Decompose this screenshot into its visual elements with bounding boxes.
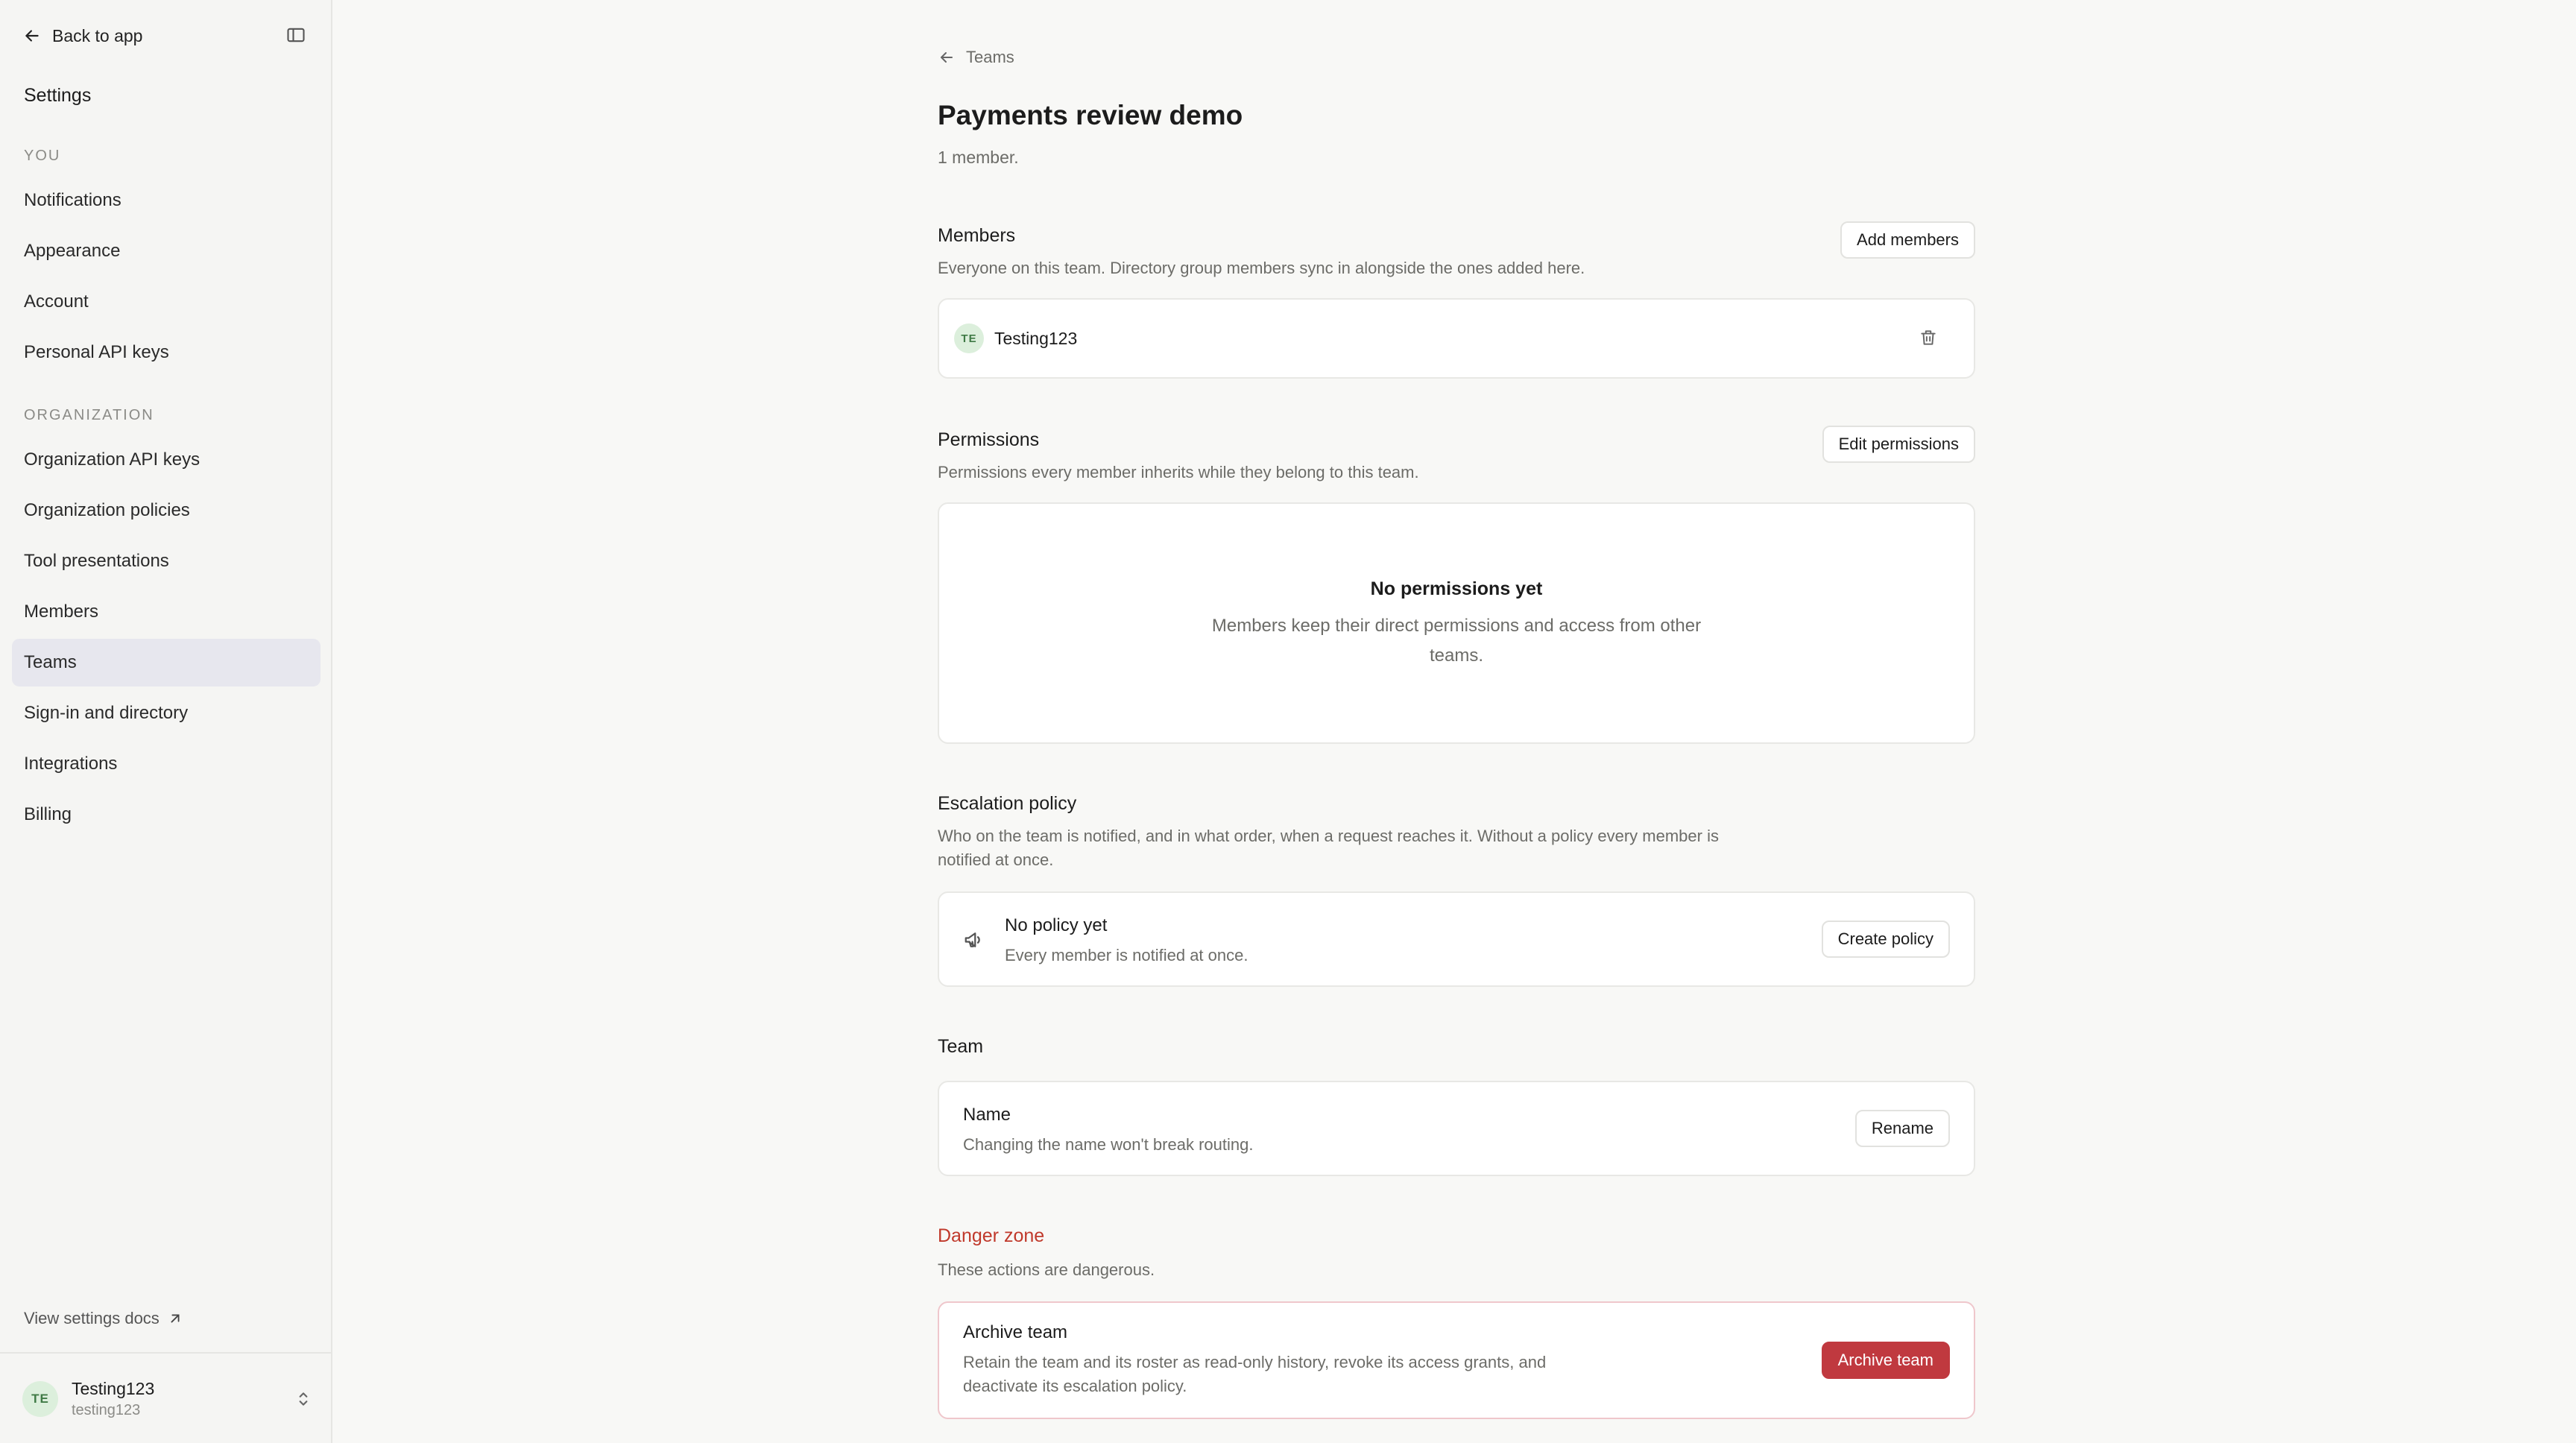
sidebar-item-label: Organization policies: [24, 500, 190, 520]
escalation-section-description: Who on the team is notified, and in what…: [938, 827, 1719, 869]
sidebar-item-account[interactable]: Account: [12, 278, 321, 326]
create-policy-button[interactable]: Create policy: [1821, 921, 1950, 958]
user-menu[interactable]: TE Testing123 testing123: [22, 1373, 313, 1425]
sidebar-item-integrations[interactable]: Integrations: [12, 740, 321, 788]
policy-card-description: Every member is notified at once.: [1005, 946, 1248, 964]
sidebar-item-label: Organization API keys: [24, 449, 201, 470]
chevron-up-down-icon: [299, 1392, 308, 1406]
archive-team-title: Archive team: [963, 1322, 1068, 1342]
sidebar-item-organization-api-keys[interactable]: Organization API keys: [12, 436, 321, 484]
sidebar-item-label: Notifications: [24, 190, 121, 210]
escalation-policy-card: No policy yet Every member is notified a…: [938, 891, 1975, 987]
sidebar-title: Settings: [24, 85, 92, 106]
sidebar-item-tool-presentations[interactable]: Tool presentations: [12, 537, 321, 585]
team-section-title: Team: [938, 1036, 984, 1057]
sidebar-item-label: Teams: [24, 652, 77, 672]
sidebar-item-members[interactable]: Members: [12, 588, 321, 636]
rename-button[interactable]: Rename: [1854, 1110, 1950, 1147]
avatar: TE: [954, 323, 984, 353]
sidebar-item-appearance[interactable]: Appearance: [12, 227, 321, 275]
danger-zone-description: These actions are dangerous.: [938, 1260, 1155, 1279]
members-section-title: Members: [938, 225, 1016, 246]
list-item[interactable]: TE Testing123: [939, 300, 1974, 377]
user-handle: testing123: [72, 1402, 141, 1418]
add-members-button[interactable]: Add members: [1840, 221, 1975, 259]
empty-state-description: Members keep their direct permissions an…: [1211, 616, 1702, 666]
sidebar-item-label: Integrations: [24, 754, 118, 774]
escalation-section-title: Escalation policy: [938, 793, 1077, 814]
sidebar-item-label: Tool presentations: [24, 551, 169, 571]
sidebar-item-teams[interactable]: Teams: [12, 639, 321, 686]
member-name: Testing123: [994, 328, 1078, 348]
megaphone-icon: [965, 932, 980, 947]
name-setting-description: Changing the name won't break routing.: [963, 1135, 1254, 1154]
sidebar-item-label: Members: [24, 601, 99, 622]
page-title: Payments review demo: [938, 100, 1243, 130]
docs-link-label: View settings docs: [24, 1309, 160, 1327]
sidebar-item-organization-policies[interactable]: Organization policies: [12, 487, 321, 534]
breadcrumb[interactable]: Teams: [938, 48, 1014, 67]
archive-team-description: Retain the team and its roster as read-o…: [963, 1353, 1547, 1395]
external-link-icon: [171, 1314, 180, 1323]
policy-card-title: No policy yet: [1005, 915, 1108, 935]
permissions-empty-card: No permissions yet Members keep their di…: [938, 502, 1975, 744]
sidebar-item-personal-api-keys[interactable]: Personal API keys: [12, 329, 321, 376]
collapse-sidebar-button[interactable]: [283, 22, 309, 48]
archive-team-button[interactable]: Archive team: [1821, 1342, 1950, 1379]
archive-team-card: Archive team Retain the team and its ros…: [938, 1301, 1975, 1419]
member-count: 1 member.: [938, 148, 1019, 167]
sidebar-item-label: Billing: [24, 804, 72, 824]
name-setting-title: Name: [963, 1105, 1011, 1125]
section-label-you: YOU: [24, 148, 61, 164]
divider: [0, 1352, 332, 1354]
empty-state-title: No permissions yet: [1370, 578, 1543, 599]
arrow-left-icon: [25, 30, 39, 42]
permissions-section-description: Permissions every member inherits while …: [938, 463, 1419, 481]
sidebar-item-notifications[interactable]: Notifications: [12, 177, 321, 224]
back-to-app-link[interactable]: Back to app: [22, 22, 142, 49]
section-label-organization: ORGANIZATION: [24, 407, 154, 423]
sidebar-item-label: Sign-in and directory: [24, 703, 189, 723]
members-section-description: Everyone on this team. Directory group m…: [938, 259, 1585, 277]
team-name-card: Name Changing the name won't break routi…: [938, 1081, 1975, 1176]
back-to-app-label: Back to app: [52, 25, 143, 45]
sidebar-toggle-icon: [287, 28, 305, 42]
sidebar-item-label: Personal API keys: [24, 342, 169, 362]
sidebar-item-sign-in-and-directory[interactable]: Sign-in and directory: [12, 689, 321, 737]
sidebar-item-billing[interactable]: Billing: [12, 791, 321, 839]
members-list-card: TE Testing123: [938, 298, 1975, 379]
avatar: TE: [22, 1381, 58, 1417]
trash-icon[interactable]: [1919, 328, 1938, 347]
permissions-section-title: Permissions: [938, 429, 1040, 450]
sidebar-item-label: Account: [24, 291, 89, 312]
sidebar-item-label: Appearance: [24, 241, 121, 261]
breadcrumb-label: Teams: [966, 48, 1014, 66]
user-name: Testing123: [72, 1379, 155, 1398]
view-settings-docs-link[interactable]: View settings docs: [24, 1309, 183, 1328]
settings-sidebar: Back to app Settings YOU Notifications A…: [0, 0, 332, 1443]
edit-permissions-button[interactable]: Edit permissions: [1822, 426, 1975, 463]
arrow-left-icon: [941, 52, 953, 63]
danger-zone-title: Danger zone: [938, 1225, 1045, 1246]
